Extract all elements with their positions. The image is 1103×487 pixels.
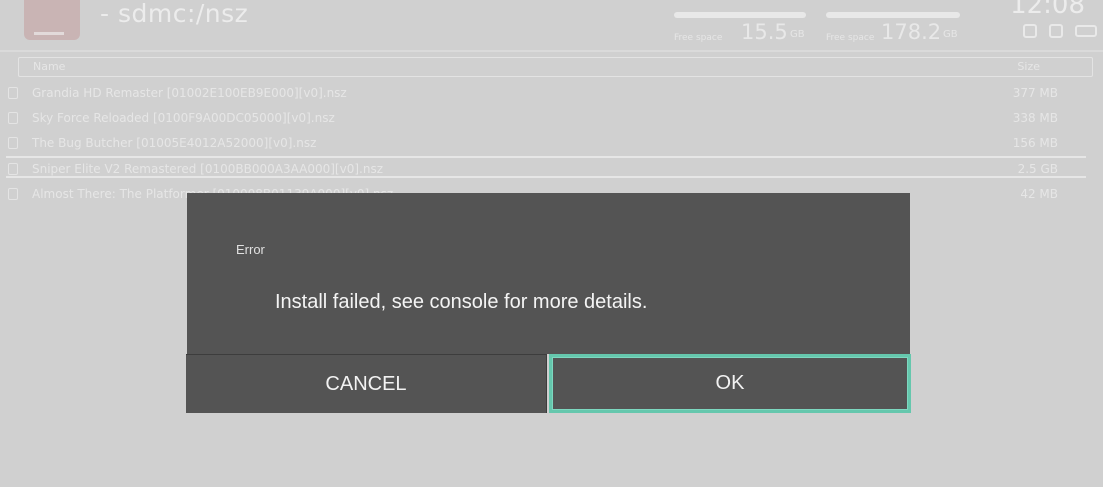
file-icon <box>8 112 18 124</box>
storage-free-value: 15.5 <box>741 20 788 44</box>
storage-unit: GB <box>943 29 958 40</box>
file-icon <box>8 188 18 200</box>
file-row-selected[interactable]: Sniper Elite V2 Remastered [0100BB000A3A… <box>6 156 1086 178</box>
file-name: Grandia HD Remaster [01002E100EB9E000][v… <box>32 86 347 100</box>
dialog-message: Install failed, see console for more det… <box>275 291 648 313</box>
file-size: 2.5 GB <box>1017 162 1058 176</box>
cancel-button[interactable]: CANCEL <box>186 354 547 413</box>
file-icon <box>8 87 18 99</box>
status-icons <box>1023 24 1097 38</box>
file-row[interactable]: Sky Force Reloaded [0100F9A00DC05000][v0… <box>6 107 1086 129</box>
file-size: 338 MB <box>1012 111 1058 125</box>
network-icon <box>1049 24 1063 38</box>
dialog-title: Error <box>236 242 265 257</box>
storage-bar <box>826 12 960 18</box>
file-icon <box>8 163 18 175</box>
storage-bar <box>674 12 806 18</box>
battery-icon <box>1075 25 1097 37</box>
storage-free-label: Free space <box>826 33 875 43</box>
file-list-header: Name Size <box>18 57 1093 77</box>
ok-button[interactable]: OK <box>549 354 911 413</box>
current-path: - sdmc:/nsz <box>100 0 249 28</box>
file-name: The Bug Butcher [01005E4012A52000][v0].n… <box>32 136 317 150</box>
file-size: 156 MB <box>1012 136 1058 150</box>
file-icon <box>8 137 18 149</box>
header-divider <box>0 50 1103 52</box>
column-name: Name <box>33 60 66 73</box>
wifi-icon <box>1023 24 1037 38</box>
file-row[interactable]: The Bug Butcher [01005E4012A52000][v0].n… <box>6 132 1086 154</box>
storage-unit: GB <box>790 29 805 40</box>
dialog-body: Error Install failed, see console for mo… <box>187 193 910 354</box>
file-size: 42 MB <box>1020 187 1058 201</box>
storage-free-value: 178.2 <box>881 20 942 44</box>
file-size: 377 MB <box>1012 86 1058 100</box>
file-row[interactable]: Grandia HD Remaster [01002E100EB9E000][v… <box>6 82 1086 104</box>
file-name: Sniper Elite V2 Remastered [0100BB000A3A… <box>32 162 384 176</box>
file-name: Sky Force Reloaded [0100F9A00DC05000][v0… <box>32 111 335 125</box>
app-logo <box>24 0 80 40</box>
error-dialog: Error Install failed, see console for mo… <box>186 193 911 413</box>
dialog-buttons: CANCEL OK <box>186 354 911 413</box>
clock: 12:08 <box>1010 0 1085 20</box>
column-size: Size <box>1017 60 1040 73</box>
storage-free-label: Free space <box>674 33 723 43</box>
